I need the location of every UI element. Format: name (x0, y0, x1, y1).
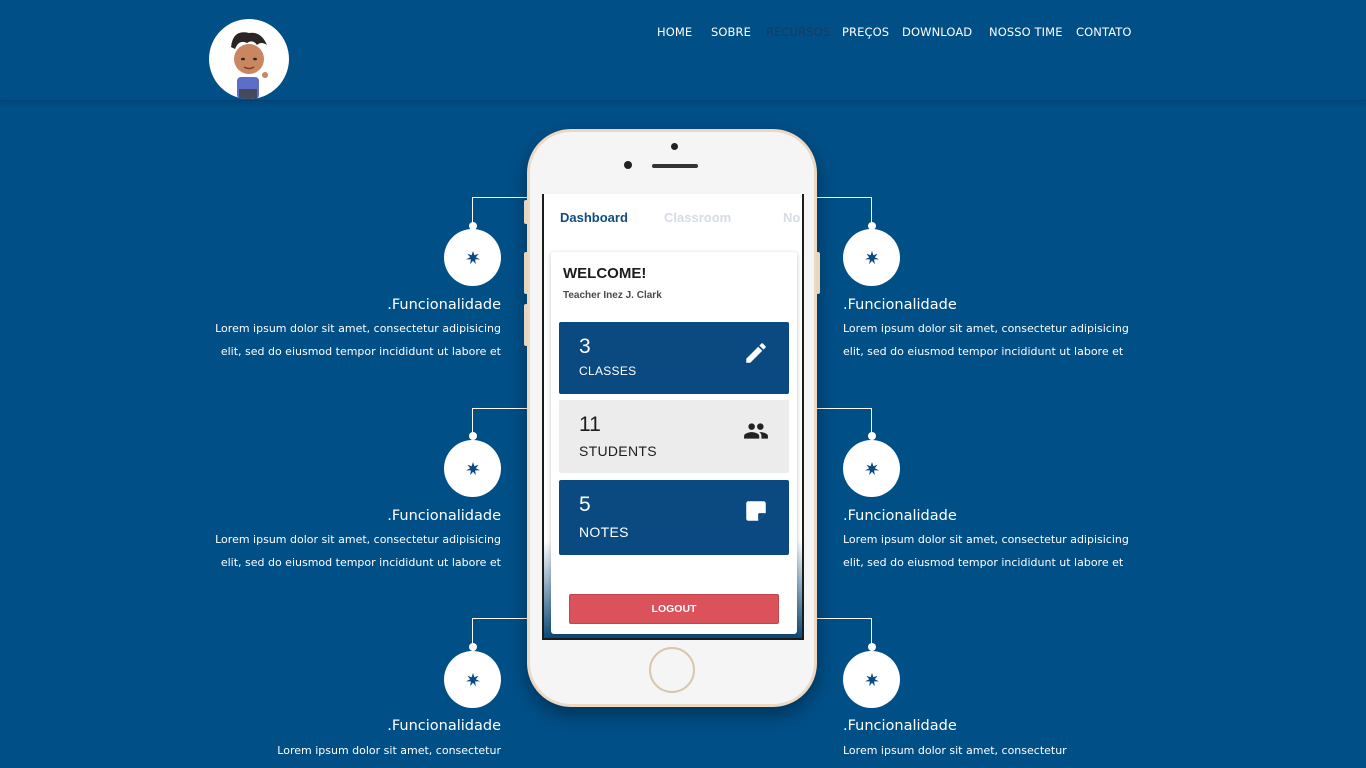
phone-side-button (816, 252, 820, 294)
feature-text: Lorem ipsum dolor sit amet, consectetur … (215, 322, 501, 358)
phone-speaker (652, 164, 698, 168)
nav-sobre[interactable]: SOBRE (711, 25, 751, 39)
nav-contato[interactable]: CONTATO (1076, 25, 1132, 39)
phone-home-button (649, 647, 695, 693)
people-icon (744, 423, 768, 439)
star-icon (465, 672, 480, 686)
app-tabs: Dashboard Classroom No (544, 210, 802, 230)
phone-camera (671, 143, 678, 150)
feature-text: Lorem ipsum dolor sit amet, consectetur … (215, 533, 501, 569)
phone-side-button (524, 304, 528, 346)
star-icon (864, 672, 879, 686)
dashboard-card: WELCOME! Teacher Inez J. Clark 3 CLASSES… (551, 252, 797, 634)
nav-home[interactable]: HOME (657, 25, 692, 39)
feature-text: Lorem ipsum dolor sit amet, consectetur … (843, 533, 1129, 569)
phone-side-button (524, 252, 528, 294)
feature-title: .Funcionalidade (387, 508, 501, 524)
star-icon (864, 461, 879, 475)
phone-sensor (624, 161, 632, 169)
feature-title: .Funcionalidade (843, 718, 957, 734)
feature-title: .Funcionalidade (843, 508, 957, 524)
phone-screen: Dashboard Classroom No WELCOME! Teacher … (542, 194, 804, 640)
feature-text: Lorem ipsum dolor sit amet, consectetur (843, 744, 1067, 757)
tab-classroom[interactable]: Classroom (664, 210, 731, 225)
feature-circle (843, 440, 900, 497)
nav-nosso-time[interactable]: NOSSO TIME (989, 25, 1063, 39)
welcome-heading: WELCOME! (563, 265, 647, 282)
stat-value: 5 (579, 493, 591, 516)
feature-title: .Funcionalidade (387, 718, 501, 734)
stat-students[interactable]: 11 STUDENTS (559, 400, 789, 473)
tab-notes[interactable]: No (783, 210, 800, 225)
stat-label: CLASSES (579, 364, 637, 378)
phone-mockup: Dashboard Classroom No WELCOME! Teacher … (524, 129, 820, 707)
feature-circle (843, 229, 900, 286)
feature-circle (444, 440, 501, 497)
star-icon (465, 461, 480, 475)
teacher-name: Teacher Inez J. Clark (563, 290, 662, 301)
nav-precos[interactable]: PREÇOS (842, 25, 889, 39)
feature-title: .Funcionalidade (843, 297, 957, 313)
nav-download[interactable]: DOWNLOAD (902, 25, 972, 39)
stat-classes[interactable]: 3 CLASSES (559, 322, 789, 394)
star-icon (864, 250, 879, 264)
pencil-icon (746, 343, 766, 363)
star-icon (465, 250, 480, 264)
stat-label: NOTES (579, 524, 629, 540)
feature-circle (843, 651, 900, 708)
note-icon (746, 501, 766, 521)
nav-recursos[interactable]: RECURSOS (766, 25, 830, 39)
main-nav: HOME SOBRE RECURSOS PREÇOS DOWNLOAD NOSS… (0, 25, 1366, 41)
phone-side-button (524, 200, 528, 224)
stat-value: 11 (579, 413, 601, 436)
logout-button[interactable]: LOGOUT (569, 594, 779, 624)
feature-text: Lorem ipsum dolor sit amet, consectetur (277, 744, 501, 757)
feature-title: .Funcionalidade (387, 297, 501, 313)
site-header: HOME SOBRE RECURSOS PREÇOS DOWNLOAD NOSS… (0, 0, 1366, 101)
stat-value: 3 (579, 335, 591, 358)
feature-circle (444, 229, 501, 286)
stat-notes[interactable]: 5 NOTES (559, 480, 789, 555)
feature-text: Lorem ipsum dolor sit amet, consectetur … (843, 322, 1129, 358)
stat-label: STUDENTS (579, 443, 657, 459)
tab-dashboard[interactable]: Dashboard (560, 210, 628, 225)
feature-circle (444, 651, 501, 708)
